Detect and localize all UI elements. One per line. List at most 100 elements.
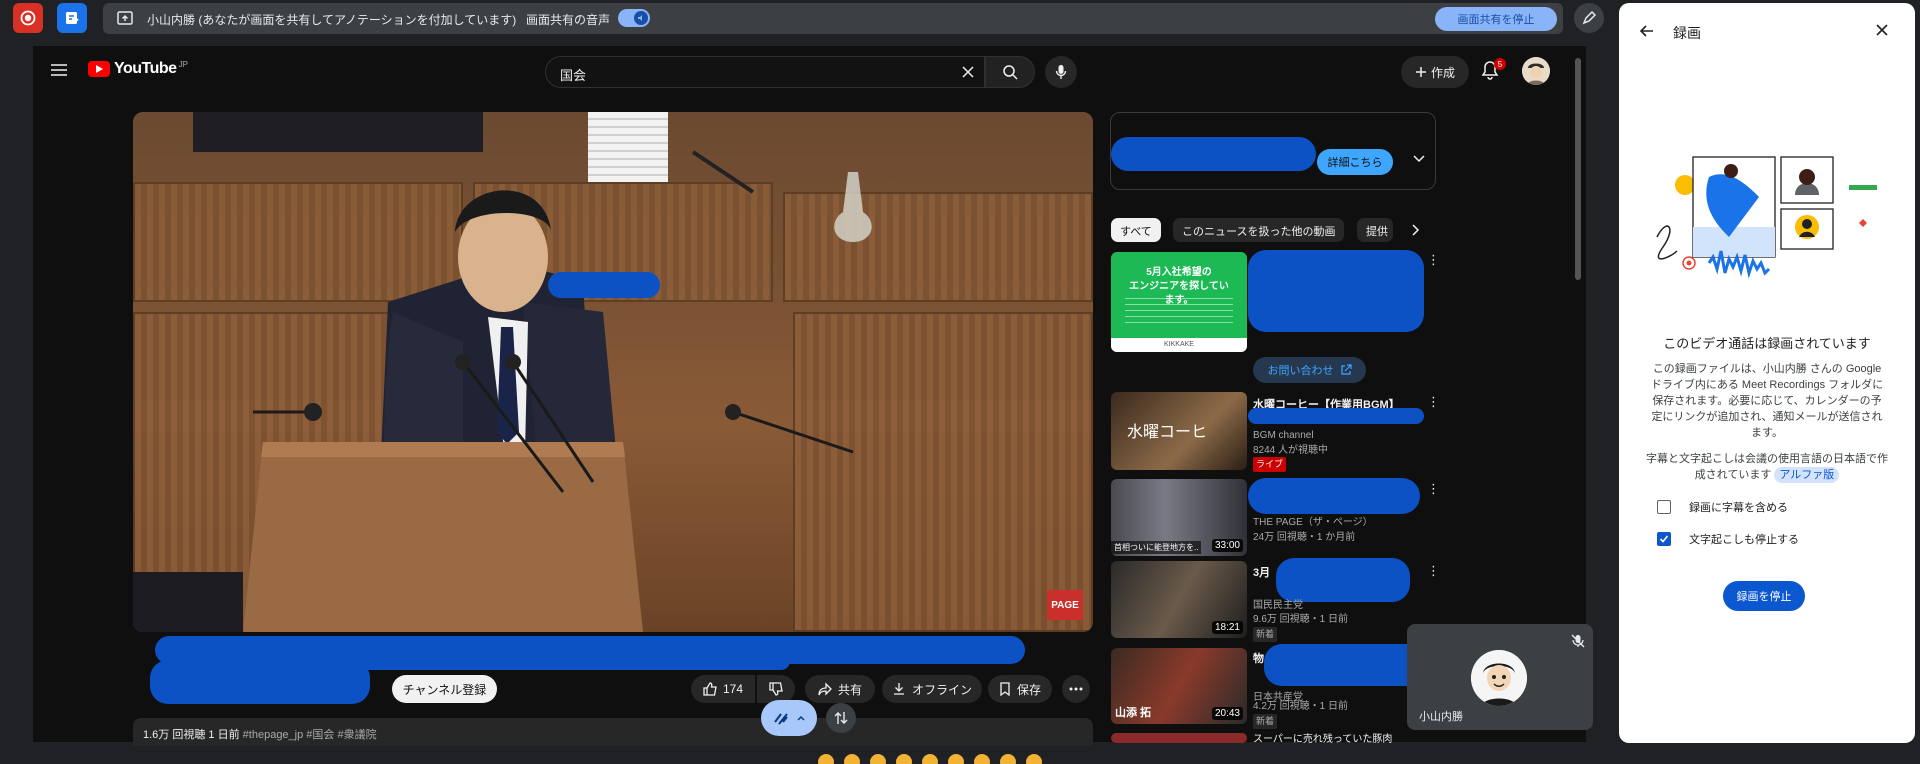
youtube-play-icon — [88, 61, 110, 77]
clear-search-icon[interactable] — [960, 64, 976, 80]
thumbs-up-icon — [703, 682, 717, 696]
voice-search-button[interactable] — [1045, 56, 1077, 88]
more-actions-button[interactable] — [1062, 675, 1090, 703]
hamburger-menu-icon[interactable] — [50, 62, 68, 78]
video-player[interactable]: PAGE — [133, 112, 1093, 632]
sidebar-ad-card[interactable]: 詳細こちら — [1110, 112, 1436, 190]
save-button[interactable]: 保存 — [988, 675, 1052, 703]
recording-heading: このビデオ通話は録画されています — [1663, 336, 1871, 351]
video-duration: 33:00 — [1211, 539, 1243, 552]
page-scrollbar[interactable] — [1575, 58, 1581, 280]
close-icon[interactable] — [1875, 23, 1889, 37]
download-offline-button[interactable]: オフライン — [882, 675, 982, 703]
pen-tool-button[interactable] — [1574, 3, 1604, 33]
annotation-scribble — [1111, 137, 1316, 171]
video-stats: 4.2万 回視聴・1 日前 — [1253, 701, 1349, 712]
share-arrow-icon — [818, 682, 832, 696]
contact-button[interactable]: お問い合わせ — [1253, 357, 1366, 383]
annotate-button[interactable] — [57, 3, 87, 33]
back-arrow-icon[interactable] — [1639, 23, 1655, 39]
chevron-down-icon[interactable] — [1413, 155, 1425, 163]
new-badge: 新着 — [1253, 627, 1278, 642]
annotation-tool-pill[interactable] — [761, 700, 817, 736]
annotate-doc-icon — [66, 12, 79, 24]
emoji-icon[interactable] — [870, 754, 886, 764]
stop-sharing-button[interactable]: 画面共有を停止 — [1435, 7, 1557, 31]
annotation-toggle-button[interactable] — [826, 703, 856, 733]
hashtags[interactable]: #thepage_jp #国会 #衆議院 — [243, 729, 377, 741]
chip-all[interactable]: すべて — [1111, 218, 1161, 242]
annotation-scribble — [1248, 478, 1420, 514]
stop-recording-button[interactable]: 録画を停止 — [1723, 581, 1805, 611]
emoji-icon[interactable] — [1026, 754, 1042, 764]
more-vertical-icon[interactable]: ⋮ — [1427, 481, 1440, 497]
participant-avatar — [1471, 650, 1527, 706]
self-camera-tile[interactable]: 小山内勝 — [1407, 624, 1593, 730]
emoji-icon[interactable] — [948, 754, 964, 764]
video-channel[interactable]: BGM channel — [1253, 428, 1314, 443]
present-screen-icon — [117, 11, 133, 25]
ad-thumbnail[interactable]: 5月入社希望の エンジニアを探しています。 KIKKAKE — [1111, 252, 1247, 352]
speaker-icon — [638, 15, 642, 21]
recording-button[interactable] — [13, 3, 43, 33]
video-title[interactable]: 3月 — [1253, 564, 1270, 580]
subscribe-button[interactable]: チャンネル登録 — [392, 675, 497, 703]
chip-provided[interactable]: 提供 — [1357, 218, 1393, 242]
notification-count-badge: 5 — [1494, 58, 1506, 70]
video-title[interactable]: スーパーに売れ残っていた豚肉 — [1253, 732, 1392, 747]
annotation-scribble — [1248, 408, 1424, 424]
stop-transcript-option[interactable]: 文字起こしも停止する — [1657, 531, 1799, 547]
pen-scribble-icon — [774, 713, 788, 725]
video-stats: 9.6万 回視聴・1 日前 — [1253, 614, 1349, 625]
emoji-icon[interactable] — [1000, 754, 1016, 764]
video-thumbnail[interactable]: 18:21 — [1111, 561, 1247, 638]
transcript-checkbox[interactable] — [1657, 532, 1671, 546]
youtube-logo[interactable]: YouTube JP — [88, 60, 188, 78]
panel-title: 録画 — [1673, 25, 1701, 41]
emoji-icon[interactable] — [896, 754, 912, 764]
plus-icon — [1415, 67, 1426, 77]
thumbs-down-icon — [769, 682, 783, 696]
video-thumbnail[interactable]: 首相ついに能登地方を.. 33:00 — [1111, 479, 1247, 556]
chip-related-news[interactable]: このニュースを扱った他の動画 — [1173, 218, 1345, 242]
annotation-scribble — [1276, 558, 1410, 602]
video-thumbnail[interactable] — [1111, 733, 1247, 743]
more-horizontal-icon — [1069, 687, 1083, 691]
video-title[interactable]: 物 — [1253, 650, 1264, 666]
channel-watermark: PAGE — [1047, 590, 1083, 620]
chevron-up-icon — [797, 715, 805, 721]
video-duration: 18:21 — [1211, 621, 1243, 634]
emoji-icon[interactable] — [844, 754, 860, 764]
include-captions-option[interactable]: 録画に字幕を含める — [1657, 499, 1788, 515]
annotation-scribble — [270, 652, 790, 670]
create-button[interactable]: 作成 — [1401, 56, 1469, 88]
video-description[interactable]: 1.6万 回視聴 1 日前 #thepage_jp #国会 #衆議院 — [133, 718, 1093, 746]
share-audio-toggle[interactable] — [618, 9, 650, 27]
bookmark-icon — [1000, 682, 1010, 696]
new-badge: 新着 — [1253, 714, 1278, 729]
caption-language-note: 字幕と文字起こしは会議の使用言語の日本語で作成されています アルファ版 — [1646, 453, 1888, 483]
dislike-button[interactable] — [757, 675, 795, 703]
ad-details-button[interactable]: 詳細こちら — [1317, 149, 1393, 175]
share-button[interactable]: 共有 — [805, 675, 875, 703]
emoji-icon[interactable] — [974, 754, 990, 764]
video-channel[interactable]: THE PAGE（ザ・ページ） — [1253, 515, 1373, 530]
emoji-icon[interactable] — [818, 754, 834, 764]
like-count: 174 — [722, 682, 744, 696]
account-avatar[interactable] — [1522, 57, 1550, 85]
video-channel[interactable]: 国民民主党 — [1253, 598, 1303, 613]
video-thumbnail[interactable]: 水曜コーヒ — [1111, 392, 1247, 470]
share-audio-label: 画面共有の音声 — [526, 13, 611, 27]
search-input[interactable]: 国会 — [545, 56, 985, 88]
like-button[interactable]: 174 — [691, 675, 755, 703]
video-stats: 8244 人が視聴中 — [1253, 445, 1329, 456]
more-vertical-icon[interactable]: ⋮ — [1427, 563, 1440, 579]
emoji-icon[interactable] — [922, 754, 938, 764]
video-thumbnail[interactable]: 山添 拓 20:43 — [1111, 648, 1247, 724]
annotation-scribble — [1264, 644, 1424, 686]
chevron-right-icon[interactable] — [1412, 224, 1420, 236]
more-vertical-icon[interactable]: ⋮ — [1427, 394, 1440, 410]
more-vertical-icon[interactable]: ⋮ — [1427, 252, 1440, 268]
search-button[interactable] — [985, 56, 1035, 88]
captions-checkbox[interactable] — [1657, 500, 1671, 514]
